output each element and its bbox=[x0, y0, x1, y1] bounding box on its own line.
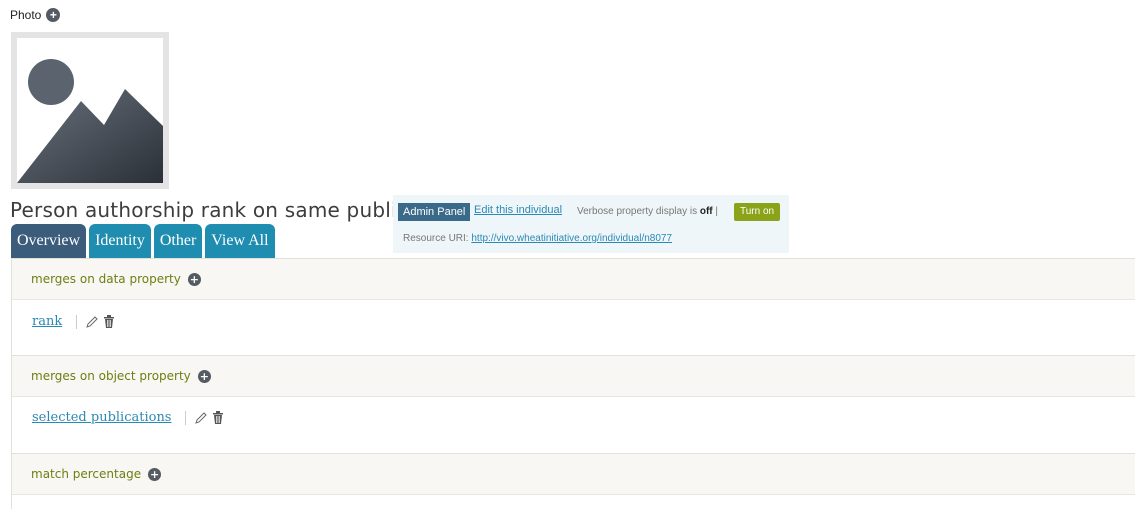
group-body-object-property: selected publications bbox=[12, 397, 1135, 453]
divider bbox=[185, 410, 187, 425]
photo-label-text: Photo bbox=[10, 8, 42, 22]
property-row: selected publications bbox=[32, 410, 228, 425]
group-header-data-property: merges on data property + bbox=[12, 258, 1135, 300]
add-object-property-icon[interactable]: + bbox=[197, 369, 211, 383]
property-link-selected-publications[interactable]: selected publications bbox=[32, 410, 171, 425]
image-placeholder-icon bbox=[17, 59, 163, 183]
admin-box: Admin Panel Edit this individual Verbose… bbox=[393, 195, 789, 253]
group-title: match percentage bbox=[31, 467, 142, 481]
photo-placeholder bbox=[11, 32, 169, 189]
property-link-rank[interactable]: rank bbox=[32, 314, 62, 329]
trash-icon[interactable] bbox=[211, 410, 225, 425]
tab-overview[interactable]: Overview bbox=[11, 224, 87, 258]
tab-other[interactable]: Other bbox=[153, 224, 203, 258]
pencil-icon[interactable] bbox=[85, 314, 99, 329]
add-data-property-icon[interactable]: + bbox=[187, 272, 201, 286]
tab-bar: Overview Identity Other View All bbox=[11, 224, 275, 258]
verbose-state: off bbox=[699, 206, 713, 217]
admin-panel-button[interactable]: Admin Panel bbox=[398, 203, 471, 221]
divider bbox=[76, 314, 78, 329]
property-groups: merges on data property + rank merges on… bbox=[11, 258, 1135, 509]
property-row: rank bbox=[32, 314, 119, 329]
resource-uri-link[interactable]: http://vivo.wheatinitiative.org/individu… bbox=[471, 233, 672, 244]
trash-icon[interactable] bbox=[102, 314, 116, 329]
tab-identity[interactable]: Identity bbox=[89, 224, 151, 258]
turn-on-button[interactable]: Turn on bbox=[734, 203, 781, 221]
photo-label: Photo + bbox=[10, 8, 61, 22]
resource-uri: Resource URI: http://vivo.wheatinitiativ… bbox=[403, 233, 672, 244]
resource-uri-label: Resource URI: bbox=[403, 233, 469, 244]
group-title: merges on data property bbox=[31, 272, 181, 286]
add-match-percentage-icon[interactable]: + bbox=[148, 467, 162, 481]
group-title: merges on object property bbox=[31, 369, 191, 383]
edit-individual-link[interactable]: Edit this individual bbox=[474, 204, 562, 216]
add-photo-icon[interactable]: + bbox=[46, 8, 61, 22]
group-header-match-percentage: match percentage + bbox=[12, 453, 1135, 495]
group-body-data-property: rank bbox=[12, 300, 1135, 356]
group-header-object-property: merges on object property + bbox=[12, 355, 1135, 397]
tab-view-all[interactable]: View All bbox=[205, 224, 275, 258]
verbose-prefix: Verbose property display is bbox=[577, 206, 698, 217]
pencil-icon[interactable] bbox=[194, 410, 208, 425]
verbose-status: Verbose property display is off | bbox=[577, 206, 719, 217]
